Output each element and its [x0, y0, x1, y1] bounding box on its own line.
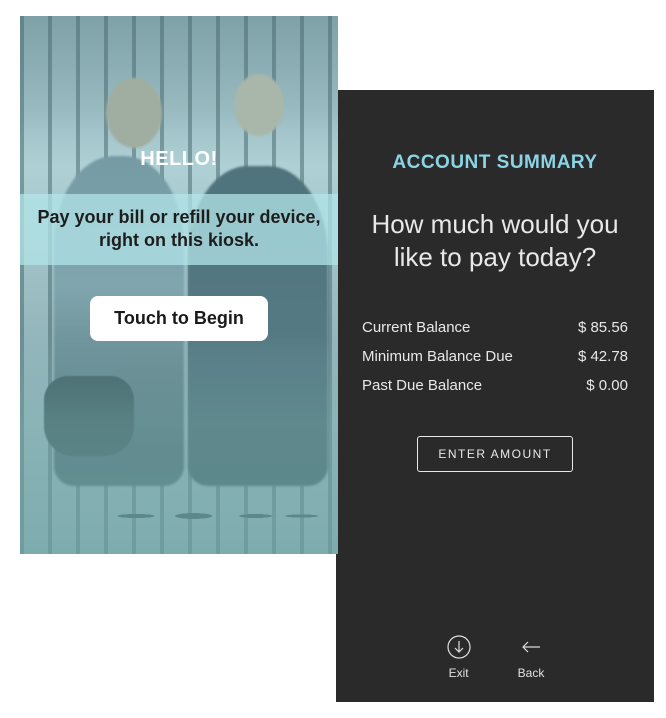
- bottom-nav: Exit Back: [336, 634, 654, 680]
- begin-wrap: Touch to Begin: [20, 296, 338, 341]
- balance-label: Minimum Balance Due: [362, 348, 513, 365]
- touch-to-begin-button[interactable]: Touch to Begin: [90, 296, 268, 341]
- back-button[interactable]: Back: [518, 634, 545, 680]
- welcome-greeting: HELLO!: [20, 148, 338, 171]
- exit-label: Exit: [449, 666, 469, 680]
- balance-list: Current Balance $ 85.56 Minimum Balance …: [336, 313, 654, 400]
- balance-value: $ 85.56: [578, 319, 628, 336]
- balance-value: $ 42.78: [578, 348, 628, 365]
- balance-row-pastdue: Past Due Balance $ 0.00: [362, 371, 628, 400]
- welcome-banner: Pay your bill or refill your device, rig…: [20, 194, 338, 265]
- back-label: Back: [518, 666, 545, 680]
- exit-button[interactable]: Exit: [446, 634, 472, 680]
- enter-amount-button[interactable]: ENTER AMOUNT: [417, 436, 572, 472]
- account-summary-panel: ACCOUNT SUMMARY How much would you like …: [336, 90, 654, 702]
- exit-icon: [446, 634, 472, 660]
- welcome-panel: HELLO! Pay your bill or refill your devi…: [20, 16, 338, 554]
- balance-row-current: Current Balance $ 85.56: [362, 313, 628, 342]
- photo-teal-overlay: [20, 16, 338, 554]
- payment-question: How much would you like to pay today?: [336, 208, 654, 273]
- enter-amount-wrap: ENTER AMOUNT: [336, 436, 654, 472]
- balance-label: Past Due Balance: [362, 377, 482, 394]
- balance-row-minimum: Minimum Balance Due $ 42.78: [362, 342, 628, 371]
- balance-value: $ 0.00: [586, 377, 628, 394]
- account-summary-title: ACCOUNT SUMMARY: [336, 152, 654, 174]
- back-arrow-icon: [518, 634, 544, 660]
- balance-label: Current Balance: [362, 319, 470, 336]
